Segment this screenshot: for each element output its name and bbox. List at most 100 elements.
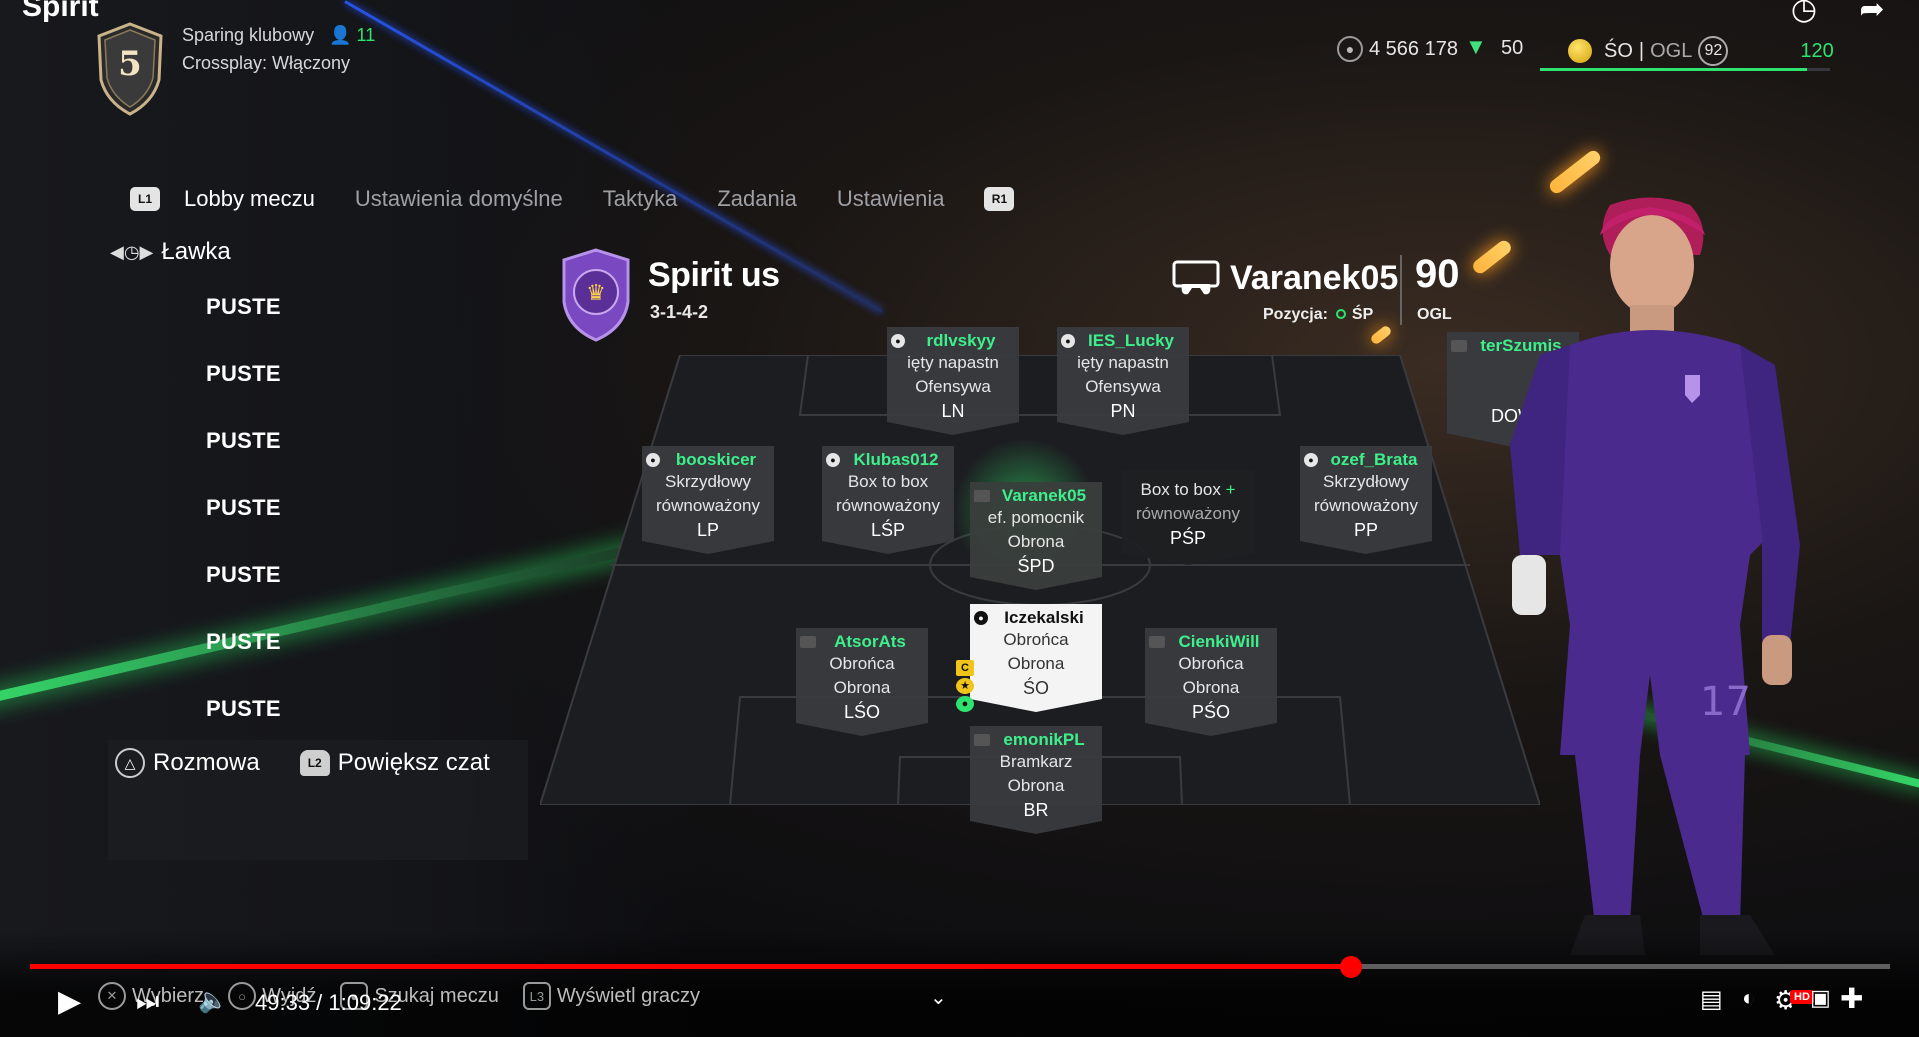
card-role: ięty napastn: [907, 353, 999, 372]
player-card-pp[interactable]: ● ozef_Brata Skrzydłowy równoważony PP: [1300, 446, 1432, 554]
chevron-down-icon[interactable]: ⌄: [930, 985, 947, 1010]
video-progress-knob[interactable]: [1339, 956, 1362, 978]
fullscreen-exit-icon[interactable]: ✚: [1840, 982, 1863, 1015]
player-position: ŚO: [1604, 39, 1633, 62]
bench-slot[interactable]: PUSTE: [206, 290, 281, 357]
miniplayer-icon[interactable]: ▣: [1810, 985, 1831, 1011]
card-name: ozef_Brata: [1330, 450, 1418, 469]
video-time: 49:33 / 1:09:22: [255, 990, 402, 1015]
divider: [1400, 255, 1402, 325]
timer-icon: ◀◷▶: [110, 241, 154, 262]
share-icon[interactable]: ➦: [1852, 0, 1892, 32]
player-card-lsp[interactable]: ● Klubas012 Box to box równoważony LŚP: [822, 446, 954, 554]
card-role: Obrońca: [1178, 654, 1244, 673]
l1-button-icon[interactable]: L1: [130, 187, 160, 211]
mode-label: Sparing klubowy 👤 11: [182, 25, 375, 46]
player-avatar: 17: [1510, 197, 1800, 955]
card-name: booskicer: [675, 450, 757, 469]
tab-match-lobby[interactable]: Lobby meczu: [184, 186, 315, 212]
coins-display: ● 4 566 178: [1337, 36, 1458, 62]
card-role: Skrzydłowy: [665, 472, 751, 491]
player-card-psp[interactable]: Box to box + równoważony PŚP: [1122, 470, 1254, 565]
bench-slot[interactable]: PUSTE: [206, 491, 281, 558]
player-card-ln[interactable]: ● rdlvskyy ięty napastn Ofensywa LN: [887, 327, 1019, 435]
points-value: 50: [1501, 36, 1524, 59]
chat-actions: △ Rozmowa L2 Powiększ czat: [115, 748, 490, 778]
ovr-value: 92: [1698, 36, 1729, 66]
card-role: Box to box: [847, 472, 929, 491]
autoplay-icon[interactable]: ◐: [1742, 985, 1755, 1011]
points-icon: ▼: [1465, 34, 1487, 59]
player-ovr: 90: [1415, 252, 1460, 296]
subtitles-icon[interactable]: ▤: [1700, 985, 1723, 1014]
card-name: emonikPL: [1003, 730, 1085, 749]
card-position: LŚP: [870, 520, 906, 540]
bench-slot[interactable]: PUSTE: [206, 558, 281, 625]
touchpad-icon: L3: [522, 982, 551, 1010]
mode-name: Sparing klubowy: [182, 25, 315, 45]
playstation-icon: ●: [1304, 453, 1318, 467]
player-card-so[interactable]: ● Iczekalski Obrońca Obrona ŚO: [970, 604, 1102, 712]
bench-slot[interactable]: PUSTE: [206, 625, 281, 692]
card-role: ięty napastn: [1077, 353, 1169, 372]
r1-button-icon[interactable]: R1: [984, 187, 1015, 211]
tab-settings[interactable]: Ustawienia: [837, 186, 945, 212]
chat-button[interactable]: △ Rozmowa: [115, 748, 260, 778]
card-style: Obrona: [1007, 654, 1065, 673]
rank-number: 5: [118, 44, 142, 84]
online-count: 👤 11: [329, 25, 376, 45]
tab-bar: L1 Lobby meczu Ustawienia domyślne Takty…: [130, 186, 1015, 212]
xp-bar: [1540, 68, 1830, 71]
volume-icon[interactable]: 🔈: [198, 986, 228, 1015]
card-name: IES_Lucky: [1088, 331, 1174, 350]
card-role: Obrońca: [829, 654, 895, 673]
player-card-lso[interactable]: AtsorAts Obrońca Obrona LŚO: [796, 628, 928, 736]
card-name: Klubas012: [853, 450, 939, 469]
player-card-pn[interactable]: ● IES_Lucky ięty napastn Ofensywa PN: [1057, 327, 1189, 435]
card-style: równoważony: [656, 496, 760, 515]
play-icon[interactable]: ▶: [58, 984, 81, 1019]
player-card-br[interactable]: emonikPL Bramkarz Obrona BR: [970, 726, 1102, 834]
card-position: ŚPD: [1017, 556, 1055, 576]
coin-icon: ●: [1337, 36, 1363, 62]
player-card-lp[interactable]: ● booskicer Skrzydłowy równoważony LP: [642, 446, 774, 554]
next-icon[interactable]: ⏭: [136, 986, 159, 1018]
card-style: Obrona: [1182, 678, 1240, 697]
bench-slot[interactable]: PUSTE: [206, 357, 281, 424]
card-role-text: Box to box: [1140, 480, 1221, 499]
separator: |: [1638, 39, 1645, 62]
card-style: Ofensywa: [1085, 377, 1161, 396]
tab-default-settings[interactable]: Ustawienia domyślne: [355, 186, 563, 212]
bench-header[interactable]: ◀◷▶ Ławka: [110, 238, 231, 266]
xp-value: 120: [1800, 39, 1834, 62]
video-progress-bar[interactable]: [30, 956, 1890, 978]
player-card-sdp[interactable]: Varanek05 ef. pomocnik Obrona ŚPD: [970, 482, 1102, 590]
bench-slot[interactable]: PUSTE: [206, 424, 281, 491]
level-icon: [1568, 39, 1592, 63]
crossplay-status: Crossplay: Włączony: [182, 53, 351, 73]
clock-icon[interactable]: ◷: [1784, 0, 1824, 32]
player-level-display: ŚO | OGL 92 120: [1568, 36, 1834, 66]
online-count-value: 11: [356, 25, 376, 45]
ovr-label: OGL: [1650, 39, 1693, 62]
card-role: Skrzydłowy: [1323, 472, 1409, 491]
playstation-icon: ●: [974, 611, 988, 625]
penalty-icon: ●: [956, 696, 974, 712]
club-crest-icon: ♛: [562, 248, 630, 342]
pc-icon: [974, 734, 990, 746]
bench-title: Ławka: [161, 238, 231, 265]
club-name: Spirit us: [648, 256, 780, 294]
card-position: LŚO: [843, 702, 881, 722]
card-style: Obrona: [1007, 532, 1065, 551]
card-style: Ofensywa: [915, 377, 991, 396]
card-name: Varanek05: [1001, 486, 1087, 505]
card-position: LN: [941, 401, 965, 421]
hint-show-players-label: Wyświetl graczy: [556, 984, 701, 1007]
bench-list: PUSTE PUSTE PUSTE PUSTE PUSTE PUSTE PUST…: [206, 290, 281, 759]
position-label: Pozycja:: [1263, 306, 1328, 323]
player-card-pso[interactable]: CienkiWill Obrońca Obrona PŚO: [1145, 628, 1277, 736]
tab-objectives[interactable]: Zadania: [717, 186, 797, 212]
tab-tactics[interactable]: Taktyka: [603, 186, 678, 212]
expand-chat-button[interactable]: L2 Powiększ czat: [299, 748, 490, 778]
svg-text:♛: ♛: [586, 281, 606, 306]
